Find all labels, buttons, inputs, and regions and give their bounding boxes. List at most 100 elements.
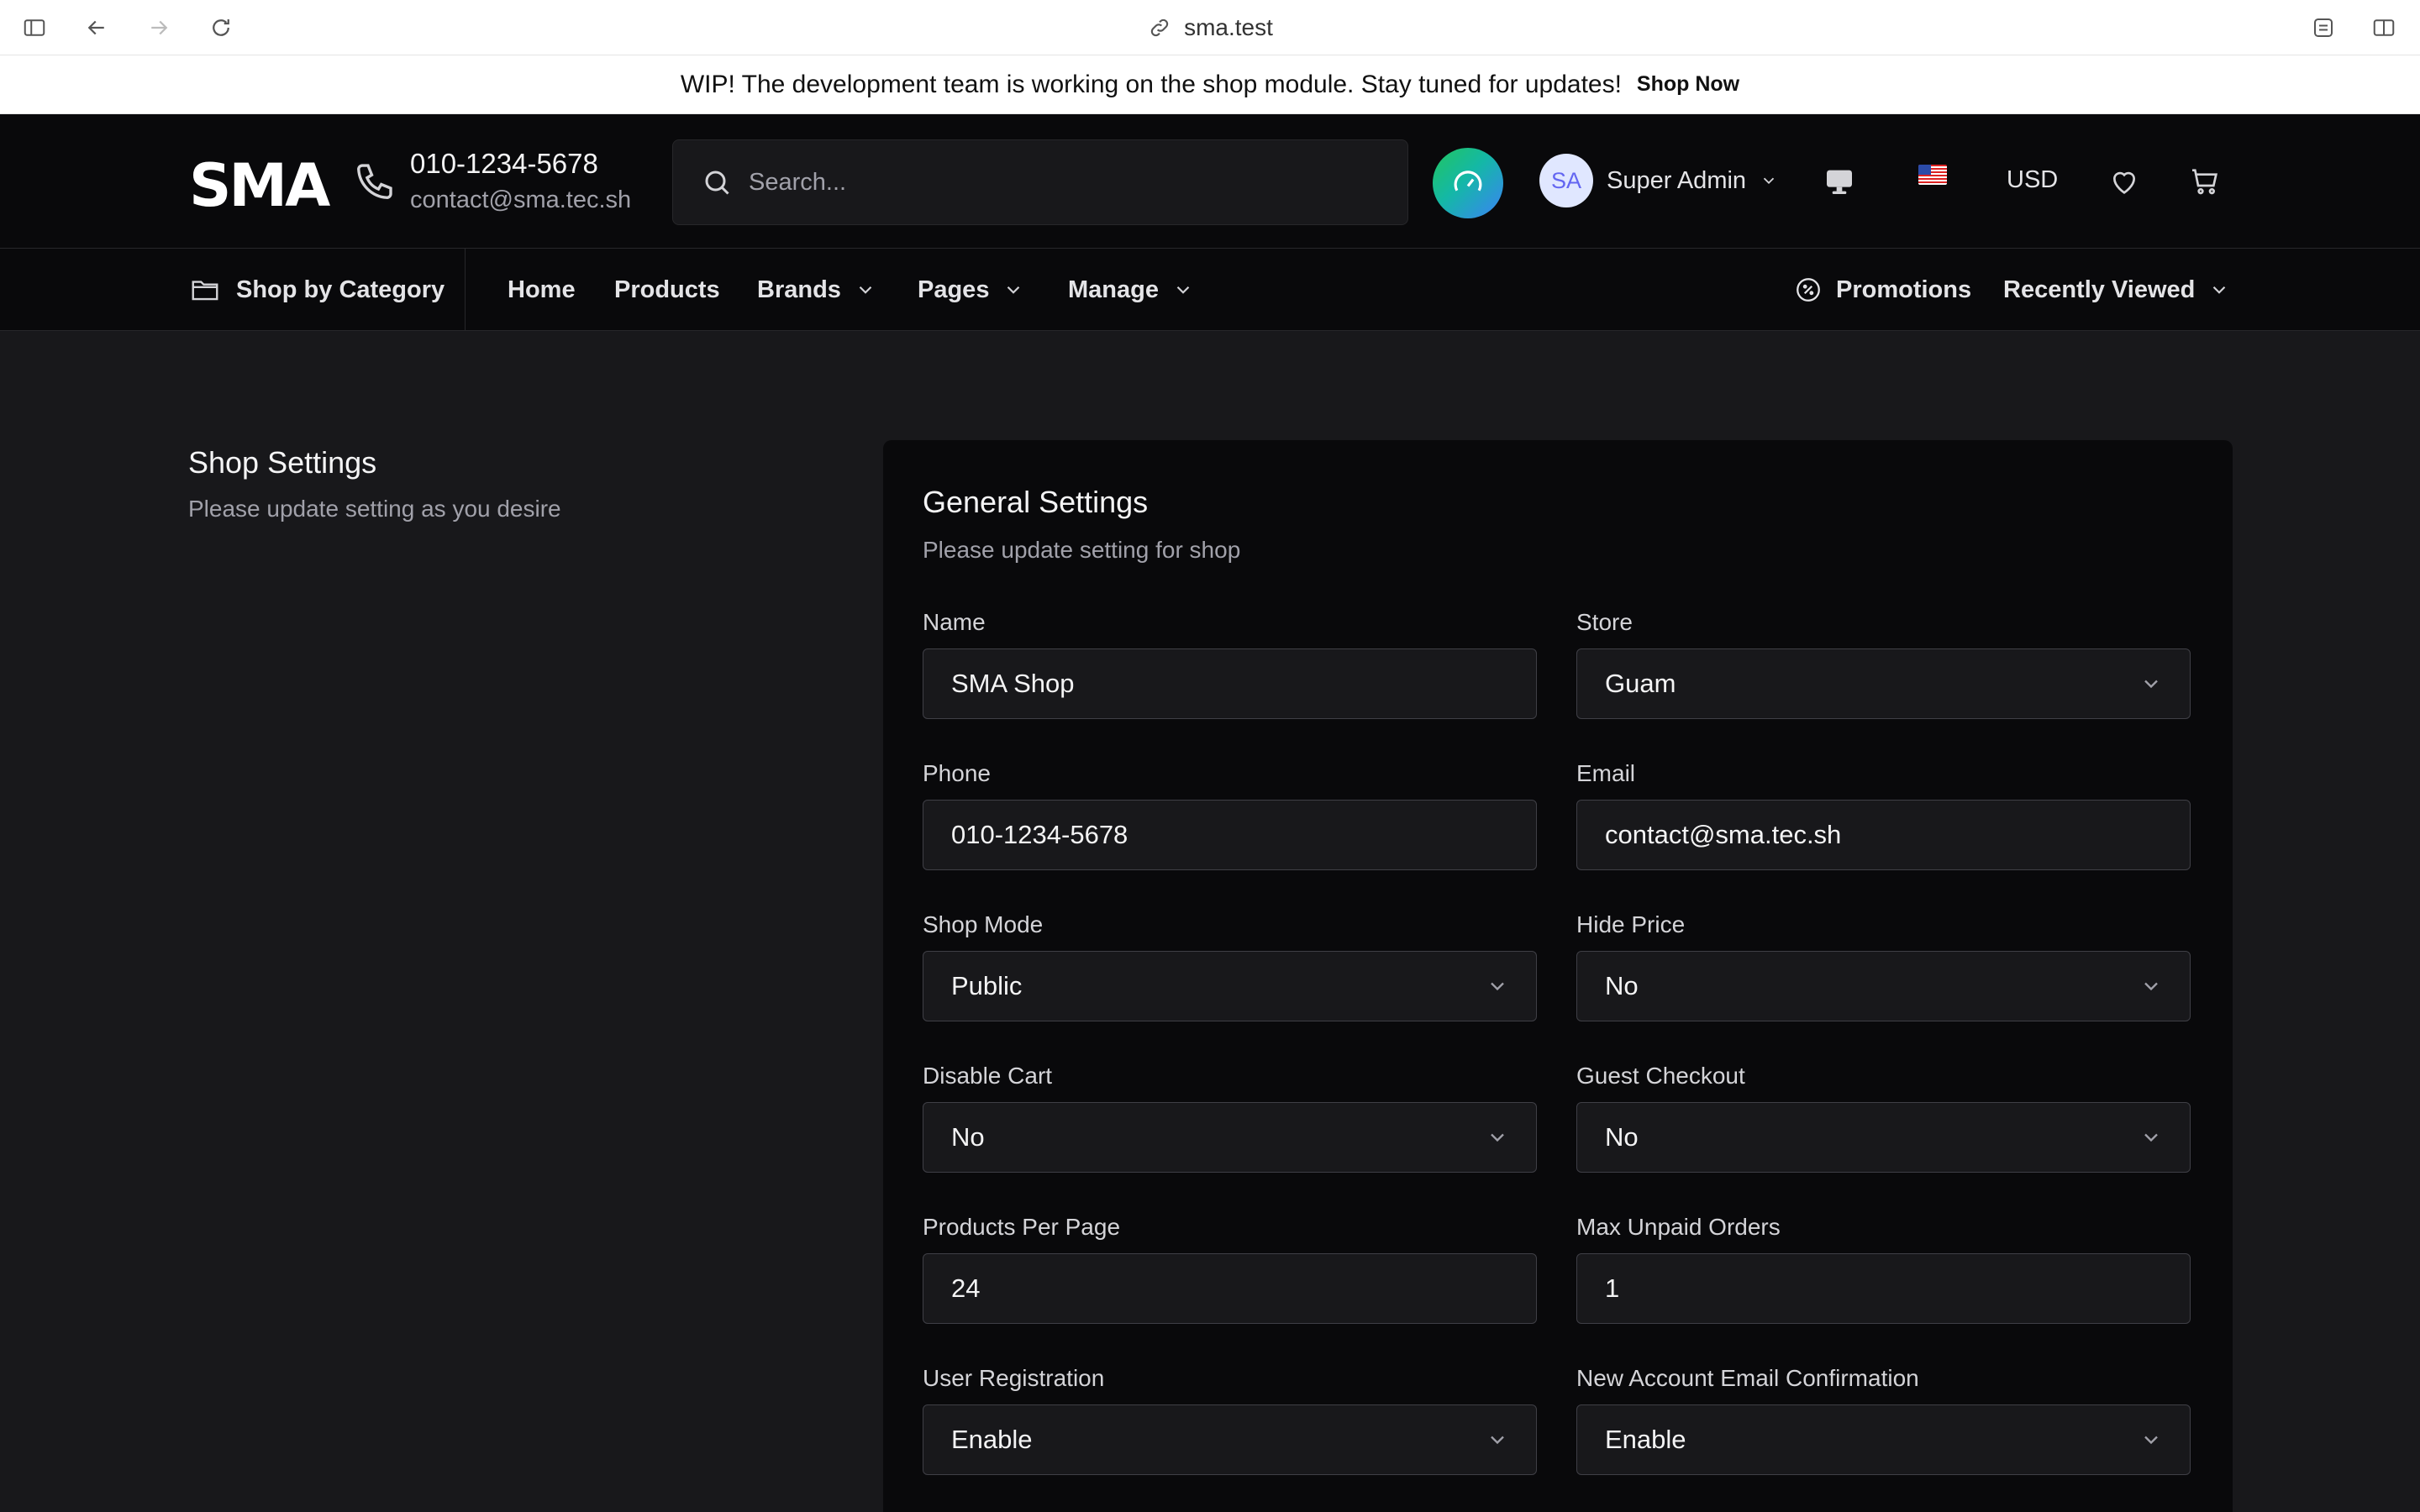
nav-item-manage[interactable]: Manage xyxy=(1068,249,1194,331)
address-bar-url[interactable]: sma.test xyxy=(1184,14,1273,41)
select-value: Enable xyxy=(951,1425,1033,1454)
dashboard-button[interactable] xyxy=(1433,148,1503,218)
chevron-down-icon xyxy=(2144,680,2158,689)
nav-item-label: Manage xyxy=(1068,276,1159,303)
promotions-label: Promotions xyxy=(1836,276,1972,303)
nav-item-pages[interactable]: Pages xyxy=(918,249,1024,331)
back-icon[interactable] xyxy=(82,13,111,42)
phone-input[interactable] xyxy=(951,820,1509,850)
field-label: Name xyxy=(923,609,986,635)
field-label: Products Per Page xyxy=(923,1214,1121,1240)
select-value: Public xyxy=(951,971,1023,1000)
search-icon xyxy=(702,167,732,197)
name-input-box[interactable] xyxy=(923,648,1537,719)
avatar: SA xyxy=(1539,154,1593,207)
chevron-down-icon xyxy=(2144,1436,2158,1445)
chevron-down-icon xyxy=(1491,1133,1504,1142)
promotions-link[interactable]: Promotions xyxy=(1794,249,1971,331)
chevron-down-icon xyxy=(1491,982,1504,991)
folder-icon xyxy=(192,281,218,301)
us-flag-icon[interactable] xyxy=(1918,165,1947,185)
select-value: No xyxy=(1605,971,1639,1000)
sidebar-toggle-icon[interactable] xyxy=(20,13,49,42)
phone-icon xyxy=(353,158,398,203)
products-per-page-input[interactable] xyxy=(951,1273,1509,1304)
chevron-down-icon xyxy=(1491,1436,1504,1445)
user-name: Super Admin xyxy=(1607,166,1747,194)
link-icon xyxy=(1147,15,1172,40)
split-view-icon[interactable] xyxy=(2370,13,2398,42)
email-input-box[interactable] xyxy=(1576,800,2191,870)
shop-by-category-button[interactable]: Shop by Category xyxy=(189,249,445,331)
max-unpaid-orders-input-box[interactable] xyxy=(1576,1253,2191,1324)
phone-field: Phone xyxy=(923,759,1537,870)
contact-phone: 010-1234-5678 xyxy=(410,148,598,179)
shop-mode-select[interactable]: Public xyxy=(923,951,1537,1021)
field-label: Email xyxy=(1576,760,1636,786)
nav-item-brands[interactable]: Brands xyxy=(757,249,876,331)
gauge-icon xyxy=(1454,171,1482,192)
sma-logo[interactable]: SMA xyxy=(189,151,330,220)
nav-item-label: Products xyxy=(614,276,720,303)
site-header: SMA 010-1234-5678 contact@sma.tec.sh SA … xyxy=(0,114,2420,249)
field-label: Shop Mode xyxy=(923,911,1044,937)
currency-selector[interactable]: USD xyxy=(2007,166,2058,194)
disable-cart-field: Disable Cart No xyxy=(923,1062,1537,1173)
shop-now-link[interactable]: Shop Now xyxy=(1637,72,1739,97)
chevron-down-icon xyxy=(2144,1133,2158,1142)
field-label: Max Unpaid Orders xyxy=(1576,1214,1781,1240)
browser-toolbar: sma.test xyxy=(0,0,2420,55)
hide-price-select[interactable]: No xyxy=(1576,951,2191,1021)
user-registration-field: User Registration Enable xyxy=(923,1364,1537,1475)
reload-icon[interactable] xyxy=(207,13,235,42)
chevron-down-icon xyxy=(1007,286,1020,294)
field-label: Phone xyxy=(923,760,991,786)
guest-checkout-select[interactable]: No xyxy=(1576,1102,2191,1173)
disable-cart-select[interactable]: No xyxy=(923,1102,1537,1173)
main-navigation: Shop by Category Home Products Brands Pa… xyxy=(0,249,2420,331)
nav-item-label: Home xyxy=(508,276,576,303)
field-label: Store xyxy=(1576,609,1633,635)
card-title: General Settings xyxy=(923,485,1149,519)
user-menu[interactable]: SA Super Admin xyxy=(1539,154,1778,207)
chevron-down-icon xyxy=(1176,286,1190,294)
nav-item-products[interactable]: Products xyxy=(614,249,720,331)
name-input[interactable] xyxy=(951,669,1509,699)
select-value: Enable xyxy=(1605,1425,1686,1454)
select-value: No xyxy=(1605,1122,1639,1152)
contact-email: contact@sma.tec.sh xyxy=(410,186,632,213)
monitor-icon[interactable] xyxy=(1821,163,1858,200)
nav-item-label: Brands xyxy=(757,276,841,303)
phone-input-box[interactable] xyxy=(923,800,1537,870)
search-input[interactable] xyxy=(749,168,1387,197)
products-per-page-input-box[interactable] xyxy=(923,1253,1537,1324)
name-field: Name xyxy=(923,608,1537,719)
email-input[interactable] xyxy=(1605,820,2163,850)
extension-icon[interactable] xyxy=(2309,13,2338,42)
search-box[interactable] xyxy=(672,139,1408,225)
store-field: Store Guam xyxy=(1576,608,2191,719)
email-field: Email xyxy=(1576,759,2191,870)
cart-icon[interactable] xyxy=(2186,163,2223,200)
shop-mode-field: Shop Mode Public xyxy=(923,911,1537,1021)
field-label: User Registration xyxy=(923,1365,1105,1391)
page-title: Shop Settings xyxy=(188,445,377,480)
forward-icon[interactable] xyxy=(145,13,173,42)
select-value: Guam xyxy=(1605,669,1676,698)
nav-item-home[interactable]: Home xyxy=(508,249,576,331)
chevron-down-icon xyxy=(2144,982,2158,991)
chevron-down-icon xyxy=(2213,286,2226,294)
max-unpaid-orders-input[interactable] xyxy=(1605,1273,2163,1304)
store-select[interactable]: Guam xyxy=(1576,648,2191,719)
recently-viewed-menu[interactable]: Recently Viewed xyxy=(2003,249,2230,331)
field-label: Hide Price xyxy=(1576,911,1686,937)
shop-by-category-label: Shop by Category xyxy=(236,276,445,303)
nav-divider xyxy=(465,249,466,331)
select-value: No xyxy=(951,1122,985,1152)
general-settings-card: General Settings Please update setting f… xyxy=(883,440,2233,1512)
heart-icon[interactable] xyxy=(2106,163,2143,200)
guest-checkout-field: Guest Checkout No xyxy=(1576,1062,2191,1173)
new-account-email-confirmation-select[interactable]: Enable xyxy=(1576,1404,2191,1475)
recently-viewed-label: Recently Viewed xyxy=(2003,276,2196,303)
user-registration-select[interactable]: Enable xyxy=(923,1404,1537,1475)
